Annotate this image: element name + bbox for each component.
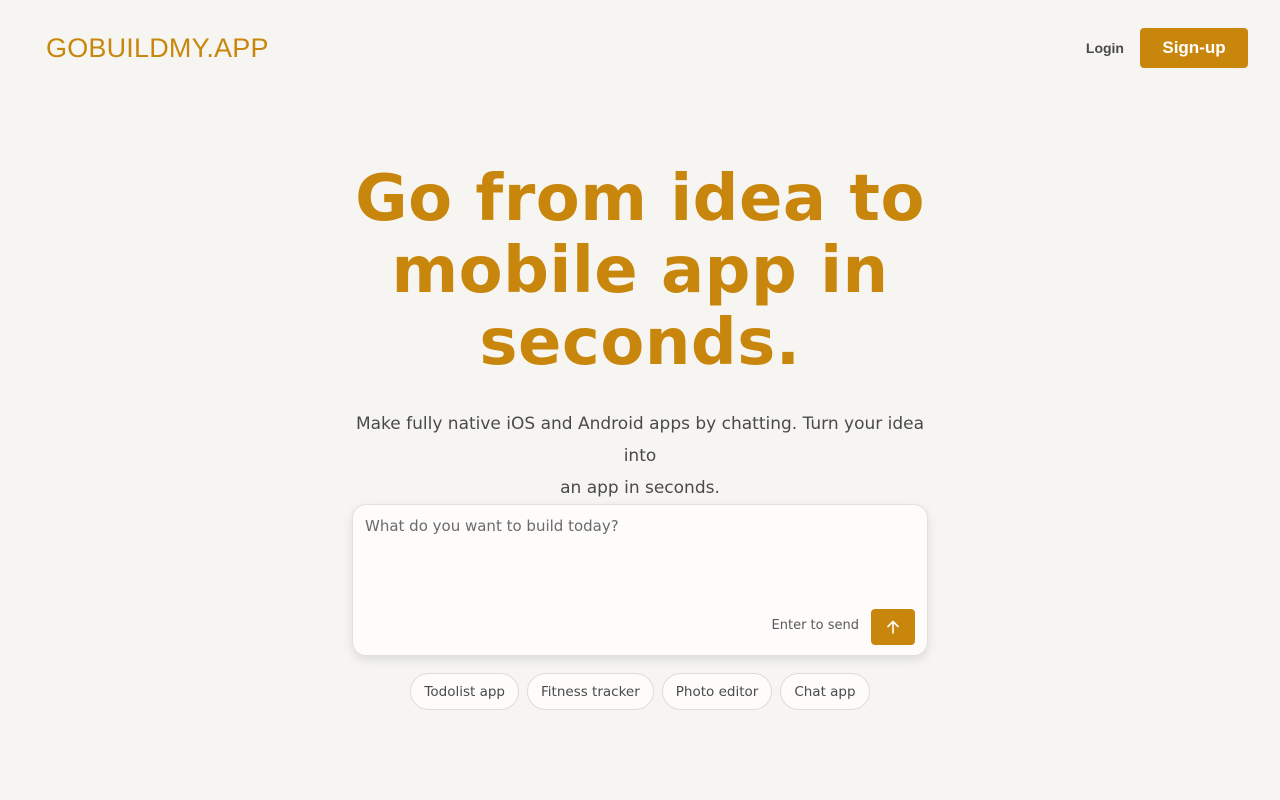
login-link[interactable]: Login xyxy=(1086,40,1124,56)
prompt-box: Enter to send xyxy=(352,504,928,656)
prompt-input[interactable] xyxy=(365,517,915,597)
suggestion-chips: Todolist app Fitness tracker Photo edito… xyxy=(0,673,1280,710)
site-logo[interactable]: GOBUILDMY.APP xyxy=(46,33,269,64)
hero-title-line: Go from idea to xyxy=(355,162,925,236)
hero-title-line: mobile app in xyxy=(391,234,889,308)
header-nav: Login Sign-up xyxy=(1086,28,1248,68)
hero-subtitle-line: an app in seconds. xyxy=(560,478,720,498)
arrow-up-icon xyxy=(887,620,899,634)
signup-button[interactable]: Sign-up xyxy=(1140,28,1248,68)
suggestion-chip[interactable]: Chat app xyxy=(780,673,870,710)
suggestion-chip[interactable]: Todolist app xyxy=(410,673,519,710)
suggestion-chip[interactable]: Photo editor xyxy=(661,673,773,710)
landing-page: GOBUILDMY.APP Login Sign-up Go from idea… xyxy=(0,0,1280,800)
send-hint: Enter to send xyxy=(771,618,859,633)
hero-subtitle-line: Make fully native iOS and Android apps b… xyxy=(355,414,925,466)
hero-title: Go from idea to mobile app in seconds. xyxy=(0,163,1280,379)
hero-subtitle: Make fully native iOS and Android apps b… xyxy=(340,408,940,504)
send-button[interactable] xyxy=(871,609,915,645)
suggestion-chip[interactable]: Fitness tracker xyxy=(527,673,654,710)
hero-title-line: seconds. xyxy=(479,306,801,380)
